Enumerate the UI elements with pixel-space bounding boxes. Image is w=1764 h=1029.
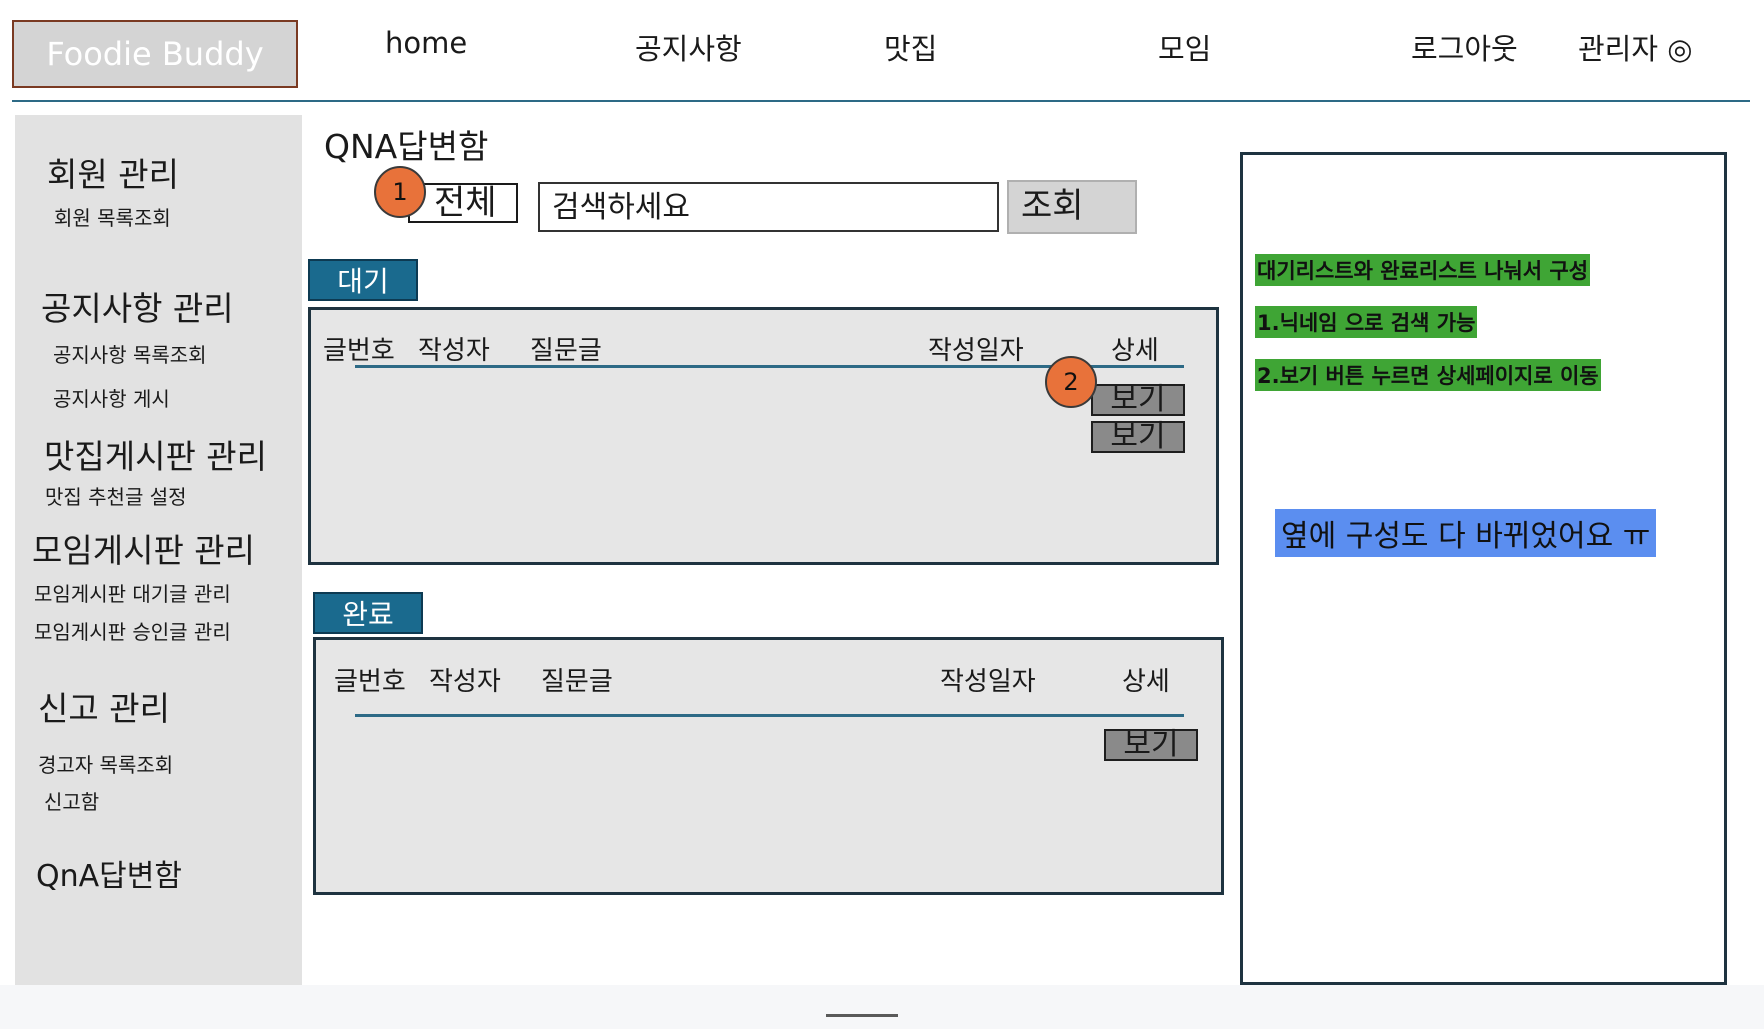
done-header-divider — [355, 714, 1184, 717]
tab-done[interactable]: 완료 — [313, 592, 423, 634]
nav-meetups[interactable]: 모임 — [1158, 26, 1211, 68]
note-green-2: 1.닉네임 으로 검색 가능 — [1255, 306, 1478, 338]
sidebar-item-meetup-pending[interactable]: 모임게시판 대기글 관리 — [34, 578, 231, 607]
view-button[interactable]: 보기 — [1091, 384, 1185, 416]
sidebar-item-warned-users[interactable]: 경고자 목록조회 — [38, 749, 173, 778]
sidebar-item-restaurant-recommend[interactable]: 맛집 추천글 설정 — [45, 481, 187, 510]
pending-col-number: 글번호 — [323, 336, 395, 366]
logo[interactable]: Foodie Buddy — [12, 20, 298, 88]
sidebar-heading-meetups[interactable]: 모임게시판 관리 — [32, 524, 255, 572]
pending-col-question: 질문글 — [530, 336, 602, 366]
home-indicator[interactable] — [826, 1014, 898, 1017]
sidebar-heading-members[interactable]: 회원 관리 — [47, 148, 179, 196]
search-input[interactable] — [538, 182, 999, 232]
sidebar-heading-notices[interactable]: 공지사항 관리 — [41, 282, 234, 330]
done-col-number: 글번호 — [334, 667, 406, 697]
nav-restaurants[interactable]: 맛집 — [884, 26, 937, 68]
tab-pending[interactable]: 대기 — [308, 259, 418, 301]
done-col-detail: 상세 — [1122, 667, 1170, 697]
note-green-3: 2.보기 버튼 누르면 상세페이지로 이동 — [1255, 359, 1601, 391]
sidebar-item-member-list[interactable]: 회원 목록조회 — [54, 202, 171, 231]
sidebar-heading-reports[interactable]: 신고 관리 — [38, 682, 170, 730]
annotation-badge-1: 1 — [374, 166, 426, 218]
nav-logout[interactable]: 로그아웃 — [1411, 26, 1518, 68]
nav-notice[interactable]: 공지사항 — [635, 26, 742, 68]
view-button[interactable]: 보기 — [1091, 421, 1185, 453]
nav-admin[interactable]: 관리자 ◎ — [1578, 26, 1693, 68]
sidebar-item-notice-post[interactable]: 공지사항 게시 — [53, 383, 170, 412]
page-title: QNA답변함 — [324, 127, 489, 166]
sidebar-item-meetup-approved[interactable]: 모임게시판 승인글 관리 — [34, 616, 231, 645]
view-button[interactable]: 보기 — [1104, 729, 1198, 761]
annotation-badge-2: 2 — [1045, 356, 1097, 408]
pending-col-detail: 상세 — [1111, 336, 1159, 366]
sidebar-heading-qna[interactable]: QnA답변함 — [36, 851, 182, 895]
sidebar-item-report-box[interactable]: 신고함 — [44, 786, 99, 815]
search-button[interactable]: 조회 — [1007, 180, 1137, 234]
note-blue: 옆에 구성도 다 바뀌었어요 ㅠ — [1275, 509, 1657, 557]
sidebar-heading-restaurants[interactable]: 맛집게시판 관리 — [44, 430, 267, 478]
sidebar-item-notice-list[interactable]: 공지사항 목록조회 — [53, 339, 207, 368]
pending-col-author: 작성자 — [418, 336, 490, 366]
note-green-1: 대기리스트와 완료리스트 나눠서 구성 — [1255, 254, 1591, 286]
nav-home[interactable]: home — [385, 26, 467, 60]
done-col-question: 질문글 — [541, 667, 613, 697]
bottom-bar — [0, 985, 1764, 1029]
pending-col-date: 작성일자 — [928, 336, 1024, 366]
done-col-date: 작성일자 — [940, 667, 1036, 697]
header-divider — [12, 100, 1750, 102]
done-col-author: 작성자 — [429, 667, 501, 697]
